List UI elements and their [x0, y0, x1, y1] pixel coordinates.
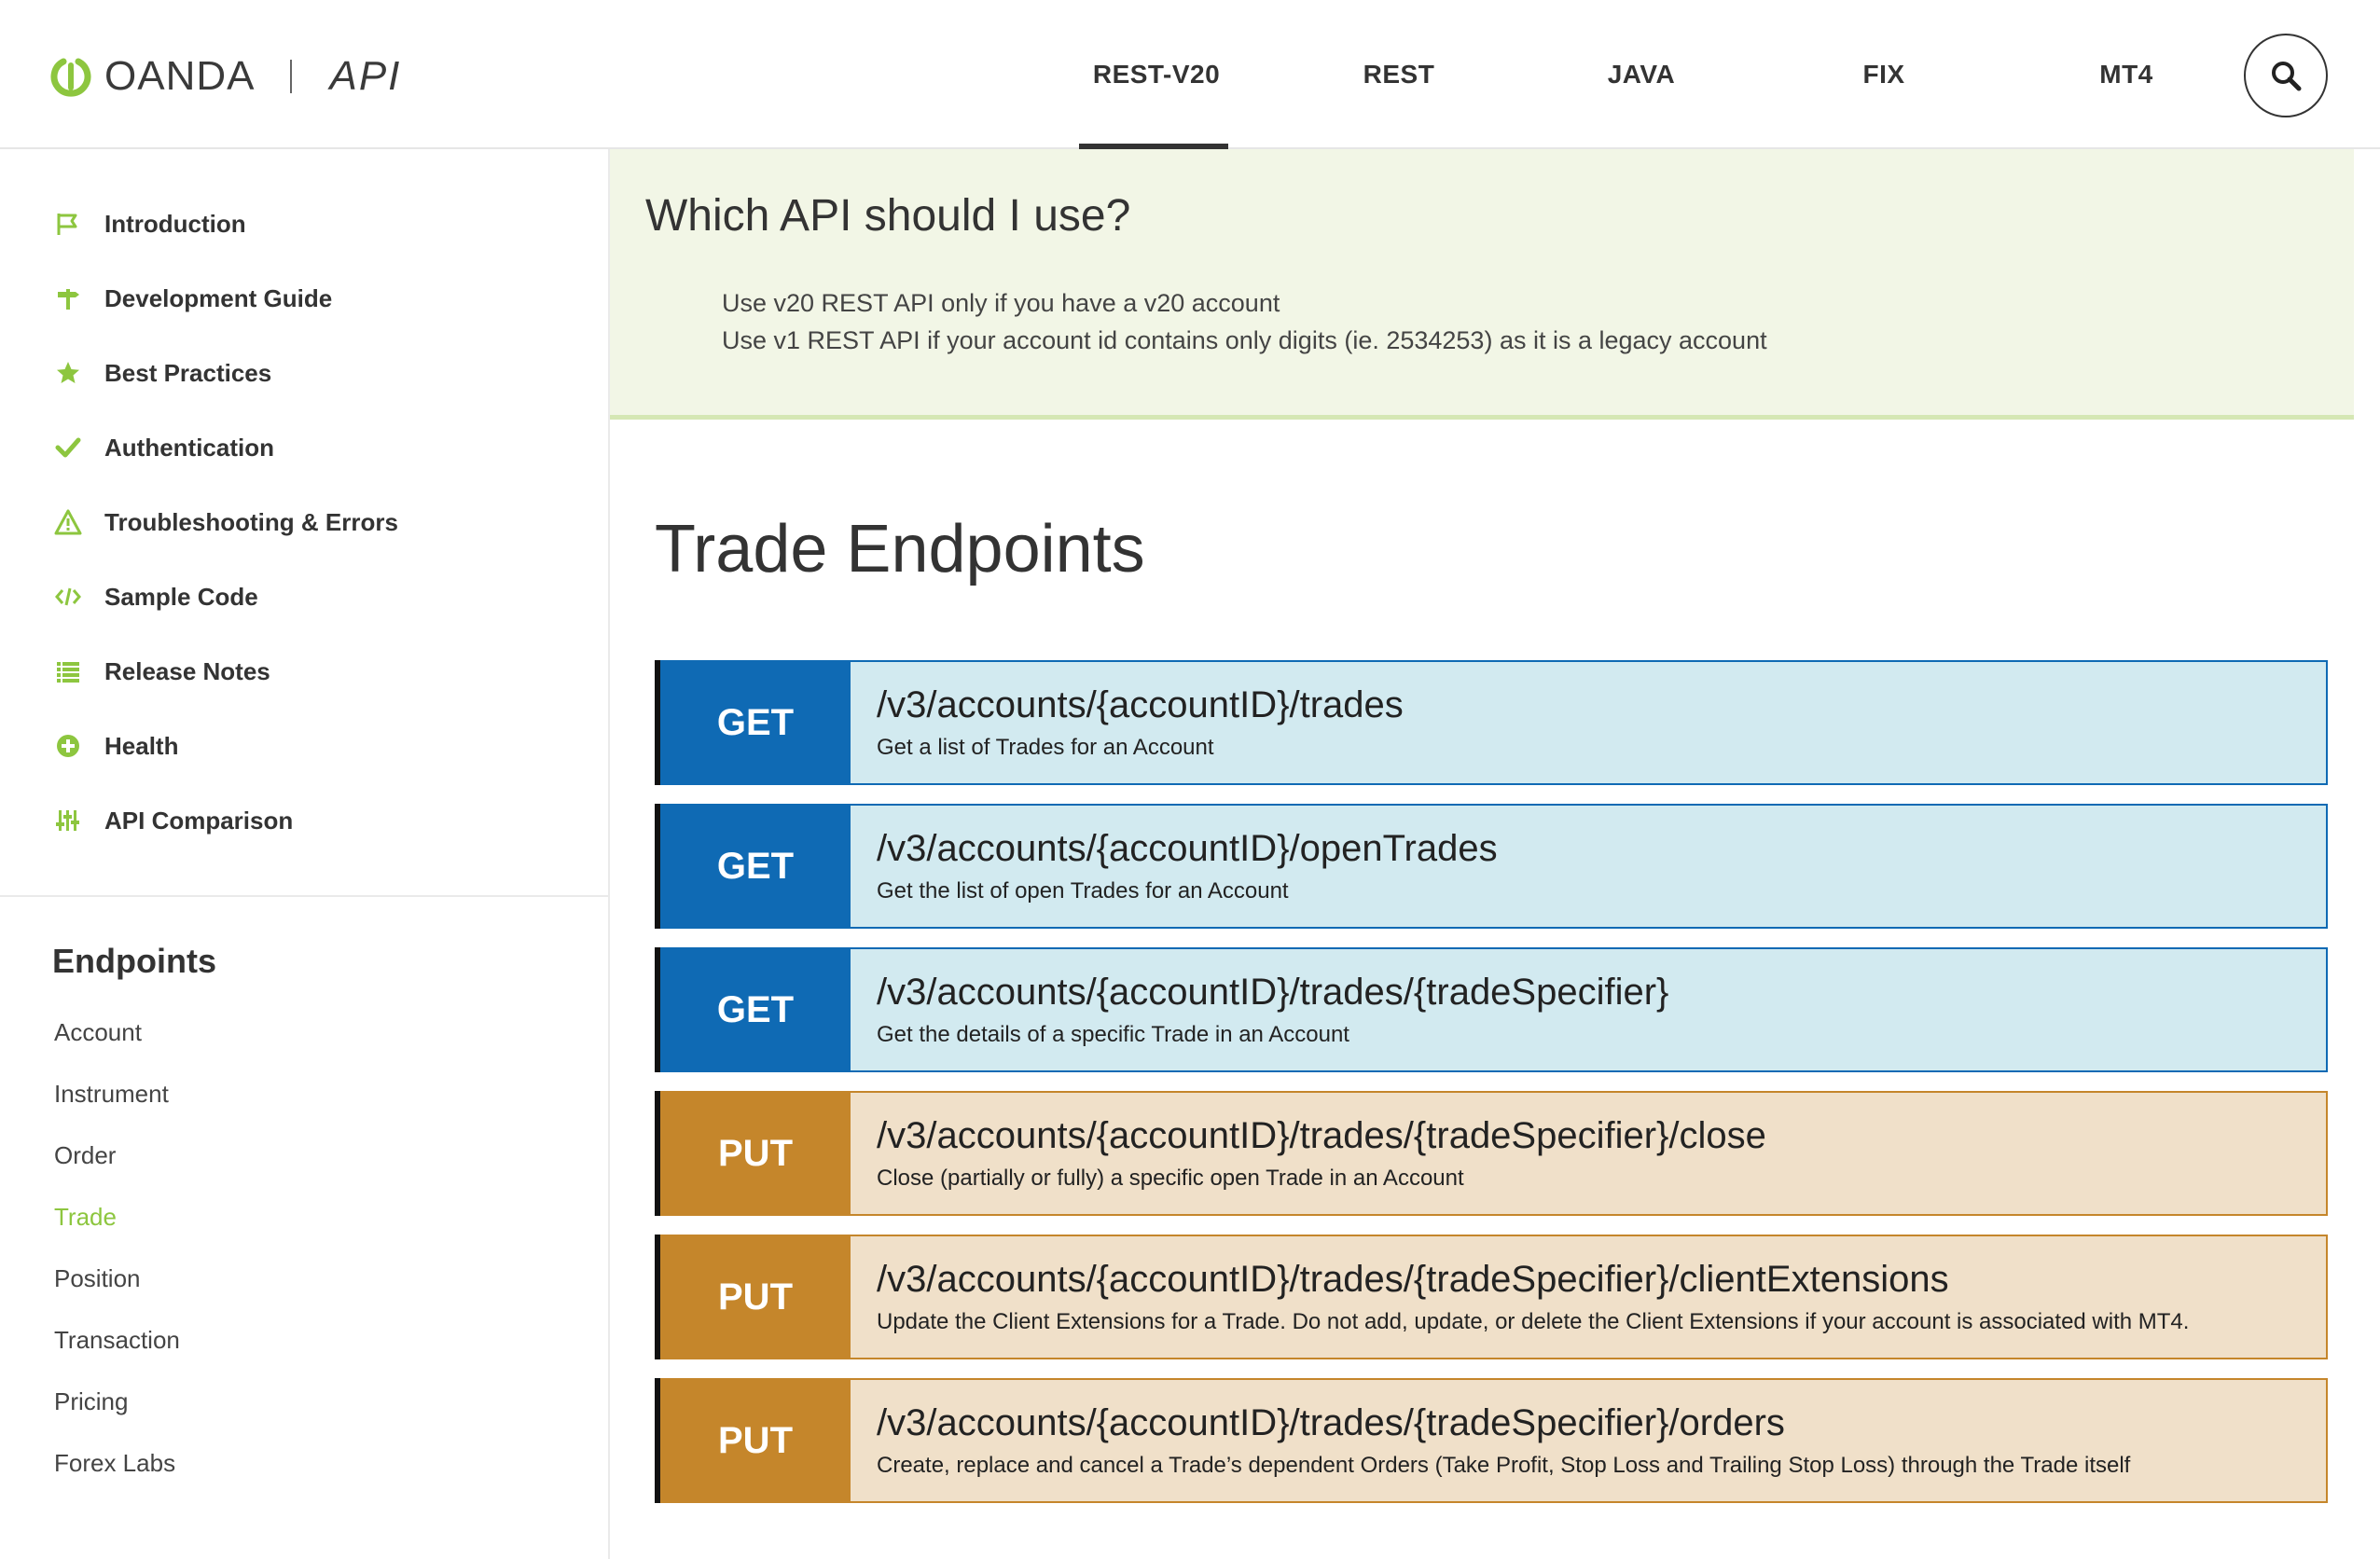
sidebar-item-label: Health — [104, 731, 179, 760]
notice-line-v1: Use v1 REST API if your account id conta… — [722, 326, 1767, 354]
endpoint-row[interactable]: PUT /v3/accounts/{accountID}/trades/{tra… — [655, 1091, 2328, 1216]
sidebar-item-development-guide[interactable]: Development Guide — [54, 270, 332, 326]
method-badge-put: PUT — [660, 1378, 851, 1503]
sidebar-item-label: Introduction — [104, 209, 246, 238]
endpoint-body: /v3/accounts/{accountID}/trades/{tradeSp… — [851, 1235, 2328, 1359]
endpoint-row[interactable]: PUT /v3/accounts/{accountID}/trades/{tra… — [655, 1378, 2328, 1503]
endpoint-body: /v3/accounts/{accountID}/trades Get a li… — [851, 660, 2328, 785]
endpoint-link-position[interactable]: Position — [54, 1264, 141, 1293]
nav-rest[interactable]: REST — [1278, 0, 1520, 149]
endpoint-path: /v3/accounts/{accountID}/trades/{tradeSp… — [877, 972, 1669, 1013]
check-icon — [54, 434, 82, 462]
endpoint-link-pricing[interactable]: Pricing — [54, 1387, 128, 1416]
endpoint-body: /v3/accounts/{accountID}/trades/{tradeSp… — [851, 1091, 2328, 1216]
sidebar-item-api-comparison[interactable]: API Comparison — [54, 793, 293, 848]
endpoints-heading: Endpoints — [52, 942, 216, 980]
sidebar-item-label: Release Notes — [104, 656, 270, 685]
endpoint-description: Get the list of open Trades for an Accou… — [877, 878, 1289, 904]
sidebar-item-label: Best Practices — [104, 358, 272, 387]
endpoint-link-instrument[interactable]: Instrument — [54, 1080, 169, 1109]
sidebar: Introduction Development Guide Best Prac… — [0, 149, 610, 1559]
endpoint-link-order[interactable]: Order — [54, 1141, 116, 1170]
oanda-logo[interactable]: OANDA API — [50, 53, 402, 99]
endpoint-path: /v3/accounts/{accountID}/openTrades — [877, 828, 1498, 869]
signpost-icon — [54, 284, 82, 312]
endpoint-path: /v3/accounts/{accountID}/trades/{tradeSp… — [877, 1115, 1766, 1156]
sliders-icon — [54, 807, 82, 835]
endpoint-description: Close (partially or fully) a specific op… — [877, 1166, 1464, 1191]
notice-title: Which API should I use? — [645, 191, 1131, 241]
endpoint-description: Get the details of a specific Trade in a… — [877, 1022, 1349, 1047]
code-icon — [54, 583, 82, 611]
sidebar-item-sample-code[interactable]: Sample Code — [54, 569, 258, 625]
nav-fix[interactable]: FIX — [1763, 0, 2005, 149]
logo-separator — [290, 60, 293, 93]
method-badge-get: GET — [660, 660, 851, 785]
sidebar-item-introduction[interactable]: Introduction — [54, 196, 246, 252]
oanda-logo-mark-icon — [50, 58, 91, 97]
nav-java[interactable]: JAVA — [1520, 0, 1763, 149]
endpoint-description: Update the Client Extensions for a Trade… — [877, 1309, 2190, 1334]
sidebar-item-label: Troubleshooting & Errors — [104, 507, 398, 536]
search-button[interactable] — [2244, 34, 2328, 117]
endpoint-path: /v3/accounts/{accountID}/trades — [877, 684, 1404, 725]
sidebar-item-label: Authentication — [104, 433, 274, 462]
star-icon — [54, 359, 82, 387]
endpoint-row[interactable]: GET /v3/accounts/{accountID}/trades/{tra… — [655, 947, 2328, 1072]
endpoint-description: Create, replace and cancel a Trade’s dep… — [877, 1453, 2131, 1478]
sidebar-item-label: Sample Code — [104, 582, 258, 611]
logo-api-text: API — [329, 53, 402, 99]
sidebar-item-troubleshooting[interactable]: Troubleshooting & Errors — [54, 494, 398, 550]
sidebar-divider — [0, 895, 608, 897]
method-badge-get: GET — [660, 947, 851, 1072]
flag-icon — [54, 210, 82, 238]
endpoint-body: /v3/accounts/{accountID}/trades/{tradeSp… — [851, 947, 2328, 1072]
endpoint-row[interactable]: GET /v3/accounts/{accountID}/openTrades … — [655, 804, 2328, 929]
notice-line-v20: Use v20 REST API only if you have a v20 … — [722, 289, 1280, 317]
logo-wordmark: OANDA — [104, 53, 256, 99]
endpoint-body: /v3/accounts/{accountID}/openTrades Get … — [851, 804, 2328, 929]
endpoint-description: Get a list of Trades for an Account — [877, 735, 1214, 760]
page-title: Trade Endpoints — [655, 512, 1145, 586]
nav-rest-v20[interactable]: REST-V20 — [1035, 0, 1278, 149]
warning-icon — [54, 508, 82, 536]
nav-mt4[interactable]: MT4 — [2005, 0, 2248, 149]
api-notice-banner: Which API should I use? Use v20 REST API… — [610, 149, 2354, 420]
endpoint-row[interactable]: GET /v3/accounts/{accountID}/trades Get … — [655, 660, 2328, 785]
plus-circle-icon — [54, 732, 82, 760]
endpoint-link-transaction[interactable]: Transaction — [54, 1326, 180, 1355]
endpoint-path: /v3/accounts/{accountID}/trades/{tradeSp… — [877, 1402, 1785, 1443]
search-icon — [2272, 62, 2302, 91]
endpoint-link-account[interactable]: Account — [54, 1018, 142, 1047]
method-badge-get: GET — [660, 804, 851, 929]
top-header: OANDA API REST-V20 REST JAVA FIX MT4 — [0, 0, 2380, 149]
sidebar-item-label: Development Guide — [104, 283, 333, 312]
sidebar-item-release-notes[interactable]: Release Notes — [54, 643, 270, 699]
endpoint-link-forex-labs[interactable]: Forex Labs — [54, 1449, 175, 1478]
top-nav: REST-V20 REST JAVA FIX MT4 — [1035, 0, 2248, 149]
sidebar-item-best-practices[interactable]: Best Practices — [54, 345, 271, 401]
sidebar-item-authentication[interactable]: Authentication — [54, 420, 274, 476]
sidebar-item-health[interactable]: Health — [54, 718, 178, 774]
endpoint-path: /v3/accounts/{accountID}/trades/{tradeSp… — [877, 1259, 1949, 1300]
method-badge-put: PUT — [660, 1091, 851, 1216]
endpoint-link-trade[interactable]: Trade — [54, 1203, 117, 1232]
list-icon — [54, 657, 82, 685]
endpoint-row[interactable]: PUT /v3/accounts/{accountID}/trades/{tra… — [655, 1235, 2328, 1359]
method-badge-put: PUT — [660, 1235, 851, 1359]
sidebar-item-label: API Comparison — [104, 806, 294, 835]
endpoint-body: /v3/accounts/{accountID}/trades/{tradeSp… — [851, 1378, 2328, 1503]
